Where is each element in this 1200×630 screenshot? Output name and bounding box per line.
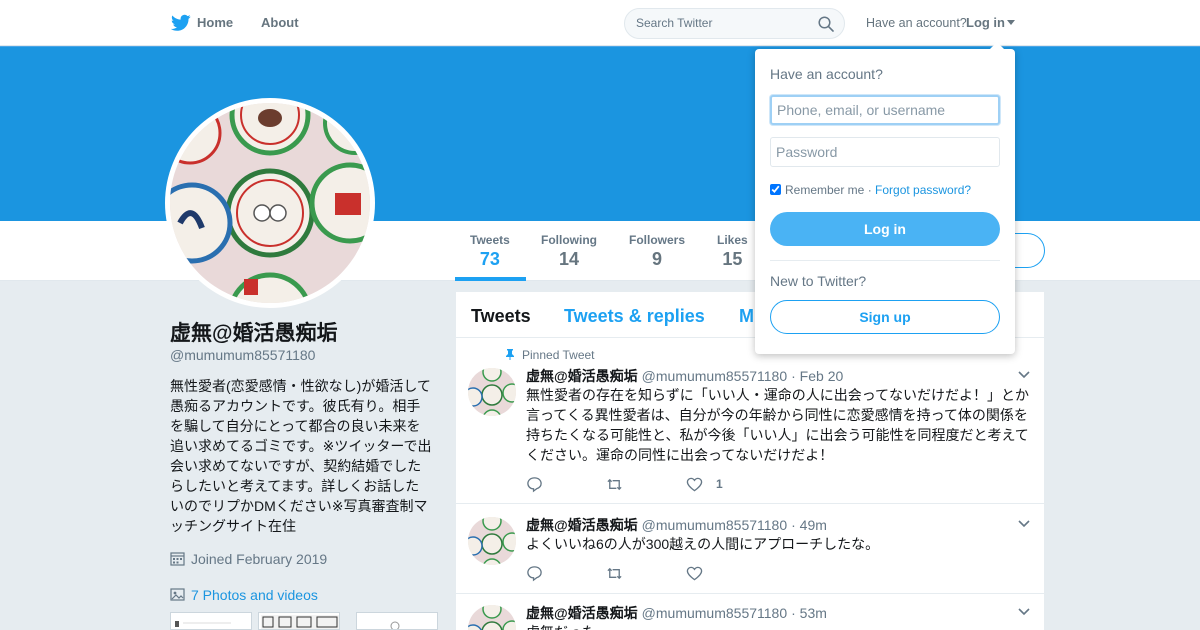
tweet-author-handle[interactable]: @mumumum85571180 [642, 605, 787, 621]
divider [770, 260, 1000, 261]
profile-bio: 無性愛者(恋愛感情・性欲なし)が婚活して愚痴るアカウントです。彼氏有り。相手を騙… [170, 378, 432, 534]
tweet-text: 無性愛者の存在を知らずに「いい人・運命の人に出会ってないだけだよ！」とか言ってく… [526, 387, 1030, 463]
tweet-text: よくいいね6の人が300越えの人間にアプローチしたな。 [526, 536, 880, 552]
forgot-password-link[interactable]: Forgot password? [875, 183, 971, 197]
active-stat-indicator [455, 277, 526, 281]
tweet-avatar[interactable] [468, 517, 516, 565]
nav-about-link[interactable]: About [261, 15, 299, 30]
chevron-down-icon[interactable] [1018, 371, 1030, 379]
photos-link-text[interactable]: 7 Photos and videos [191, 587, 318, 603]
like-icon[interactable] [686, 565, 703, 583]
thumbnail-image [175, 621, 231, 627]
tweet-author-handle[interactable]: @mumumum85571180 [642, 517, 787, 533]
tweet-author-name[interactable]: 虚無@婚活愚痴垢 [526, 517, 638, 533]
tweet-author-name[interactable]: 虚無@婚活愚痴垢 [526, 605, 638, 621]
tweet-timestamp[interactable]: · 49m [791, 517, 827, 533]
photo-thumbnail[interactable] [356, 612, 438, 630]
tweet-avatar[interactable] [468, 605, 516, 630]
pin-icon [506, 349, 514, 360]
like-count: 1 [716, 477, 723, 491]
tab-tweets-replies[interactable]: Tweets & replies [564, 306, 705, 327]
stat-likes[interactable]: Likes 15 [717, 233, 748, 270]
dropdown-title: Have an account? [770, 66, 883, 82]
tweet-header: 虚無@婚活愚痴垢 @mumumum85571180 · 53m [526, 603, 827, 623]
tweet-avatar-image [468, 605, 516, 630]
photo-thumbnail[interactable] [170, 612, 252, 630]
calendar-icon [170, 552, 185, 566]
separator: · [864, 183, 876, 197]
stat-value: 73 [479, 249, 500, 269]
stat-label: Tweets [470, 233, 510, 247]
login-toggle-label[interactable]: Log in [966, 15, 1005, 30]
remember-me-label[interactable]: Remember me [785, 183, 864, 197]
login-dropdown: Have an account? Remember me · Forgot pa… [755, 42, 1015, 354]
tweet-text: 虚無だった [526, 622, 1032, 630]
joined-date: Joined February 2019 [170, 551, 327, 567]
stat-following[interactable]: Following 14 [541, 233, 597, 270]
thumbnail-image [390, 621, 400, 629]
retweet-icon[interactable] [606, 476, 623, 494]
stat-label: Following [541, 233, 597, 247]
tweet-avatar-image [468, 368, 516, 416]
tweet[interactable]: 虚無@婚活愚痴垢@mumumum85571180· 53m 虚無だった [456, 595, 1044, 630]
tab-tweets[interactable]: Tweets [471, 306, 531, 327]
stat-value: 14 [558, 249, 580, 269]
photos-link[interactable]: 7 Photos and videos [170, 587, 318, 603]
thumbnail-image [261, 615, 339, 629]
tweet-avatar[interactable] [468, 368, 516, 416]
tweet[interactable]: Pinned Tweet 虚無@婚活愚痴垢 @mumumum85571180 · F… [456, 339, 1044, 504]
stat-value: 9 [652, 249, 663, 269]
login-button[interactable]: Log in [770, 212, 1000, 246]
avatar-image [170, 103, 370, 303]
tweet-avatar-image [468, 517, 516, 565]
profile-handle[interactable]: @mumumum85571180 [170, 347, 315, 363]
search-box[interactable] [624, 8, 845, 39]
username-field[interactable] [770, 95, 1000, 125]
twitter-bird-icon[interactable] [171, 14, 191, 32]
retweet-icon[interactable] [606, 565, 623, 583]
new-to-twitter-text: New to Twitter? [770, 273, 867, 289]
tweet-actions [526, 565, 826, 583]
image-icon [170, 588, 185, 601]
search-icon[interactable] [818, 16, 834, 32]
tweet-header: 虚無@婚活愚痴垢 @mumumum85571180 · 49m [526, 515, 827, 535]
tweet-actions: 1 [526, 476, 826, 494]
login-dropdown-toggle[interactable]: Log in [966, 15, 1015, 30]
chevron-down-icon[interactable] [1018, 520, 1030, 528]
tweet-author-name[interactable]: 虚無@婚活愚痴垢 [526, 368, 638, 384]
have-account-text: Have an account? [866, 16, 967, 30]
password-field[interactable] [770, 137, 1000, 167]
tab-media[interactable]: M [739, 306, 754, 327]
stat-tweets[interactable]: Tweets 73 [470, 233, 510, 270]
tweet-timestamp[interactable]: · Feb 20 [791, 368, 843, 384]
profile-name[interactable]: 虚無@婚活愚痴垢 [170, 317, 337, 347]
caret-down-icon[interactable] [1007, 20, 1015, 25]
tweet-author-handle[interactable]: @mumumum85571180 [642, 368, 787, 384]
like-icon[interactable] [686, 476, 703, 494]
dropdown-arrow [989, 42, 1005, 50]
tweet-header: 虚無@婚活愚痴垢 @mumumum85571180 · Feb 20 [526, 366, 843, 386]
joined-text: Joined February 2019 [191, 551, 328, 567]
search-input[interactable] [636, 16, 806, 30]
photo-thumbnail[interactable] [258, 612, 340, 630]
chevron-down-icon[interactable] [1018, 608, 1030, 616]
remember-me-checkbox[interactable] [770, 184, 781, 195]
remember-row: Remember me · Forgot password? [770, 183, 971, 197]
stat-value: 15 [722, 249, 743, 269]
stat-label: Followers [629, 233, 686, 247]
signup-button[interactable]: Sign up [770, 300, 1000, 334]
stat-label: Likes [717, 233, 748, 247]
stat-followers[interactable]: Followers 9 [629, 233, 685, 270]
top-navigation: Home About Have an account? Log in [0, 0, 1200, 46]
pinned-text: Pinned Tweet [522, 348, 595, 362]
tweet[interactable]: 虚無@婚活愚痴垢 @mumumum85571180 · 49m よくいいね6の人が3… [456, 505, 1044, 594]
profile-avatar[interactable] [165, 98, 375, 308]
pinned-label: Pinned Tweet [504, 348, 595, 362]
reply-icon[interactable] [526, 476, 543, 494]
tweet-timestamp[interactable]: · 53m [791, 605, 827, 621]
reply-icon[interactable] [526, 565, 543, 583]
nav-home-link[interactable]: Home [197, 15, 233, 30]
